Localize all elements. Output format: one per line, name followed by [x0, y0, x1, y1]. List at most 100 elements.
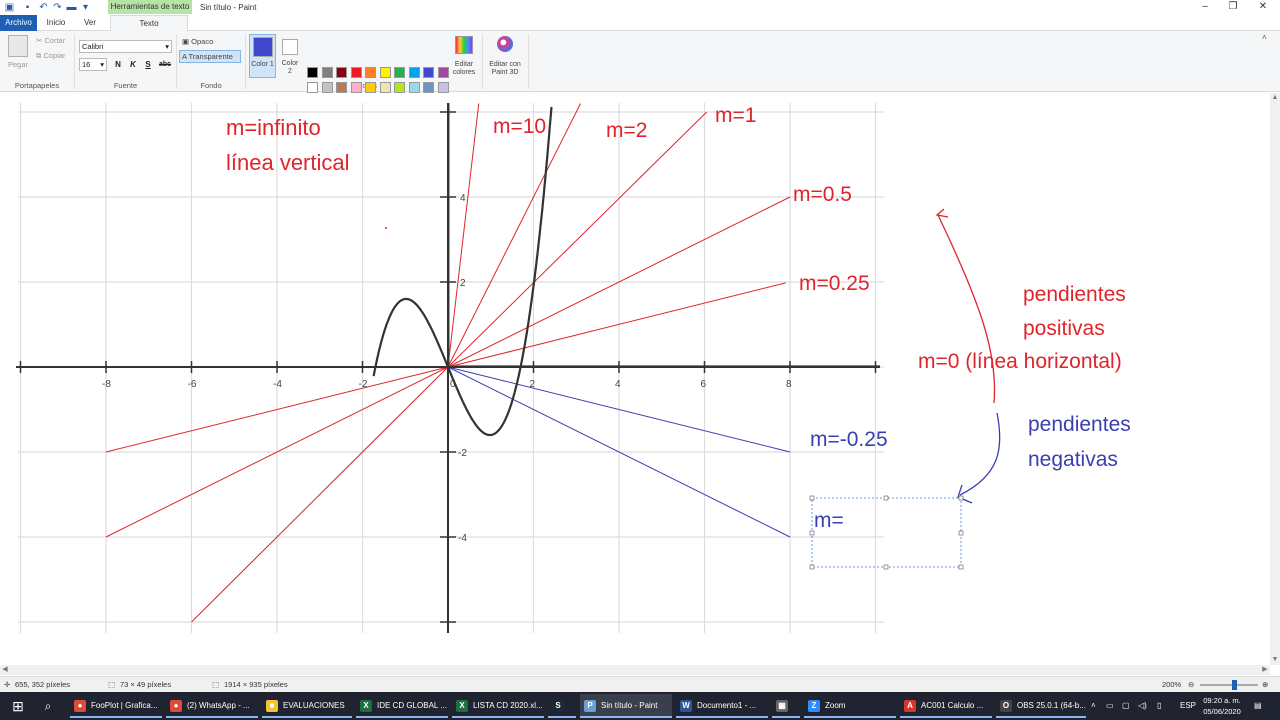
clock[interactable]: 09:20 a. m. 05/06/2020	[1200, 695, 1244, 717]
color2-button[interactable]: Color 2	[280, 34, 302, 78]
start-windows-icon[interactable]: ⊞	[8, 694, 28, 718]
drawing-canvas[interactable]: -8 -6 -4 -2 0 2 4 6 842-2-4 m=infinito línea ver…	[0, 93, 1270, 665]
font-size-value: 16	[82, 60, 91, 69]
taskbar-app-2[interactable]: ■ EVALUACIONES	[262, 694, 352, 718]
scroll-up-icon[interactable]: ▲	[1270, 93, 1280, 103]
label-pendientes-negativas-1: pendientes	[1028, 413, 1131, 436]
paste-icon[interactable]	[8, 35, 28, 57]
palette-swatch[interactable]	[408, 67, 420, 78]
palette-swatch[interactable]	[336, 82, 347, 93]
taskbar: ⊞ ⌕ ˄ ▭ ▢ ◁) ▯ ESP 09:20 a. m. 05/06/202…	[0, 692, 1280, 720]
running-indicator	[70, 716, 162, 718]
cut-button[interactable]: ✂ Cortar	[36, 36, 65, 45]
action-center-icon[interactable]: ▤	[1254, 692, 1262, 720]
palette-swatch[interactable]	[321, 82, 333, 93]
palette-swatch[interactable]	[336, 67, 347, 78]
redo-icon[interactable]: ↷	[52, 2, 63, 13]
palette-swatch[interactable]	[350, 67, 362, 78]
palette-swatch[interactable]	[394, 82, 405, 93]
volume-icon[interactable]: ◁)	[1138, 692, 1147, 720]
palette-swatch[interactable]	[307, 82, 318, 93]
taskbar-app-8[interactable]: ▦	[772, 694, 800, 718]
tab-home[interactable]: Inicio	[40, 15, 72, 31]
notification-badge-icon[interactable]: ▢	[1122, 692, 1130, 720]
color1-button[interactable]: Color 1	[249, 34, 276, 78]
search-icon[interactable]: ⌕	[38, 694, 58, 718]
palette-swatch[interactable]	[408, 82, 420, 93]
edit-colors-button[interactable]: Editar colores	[448, 61, 480, 77]
vertical-scrollbar[interactable]: ▲ ▼	[1270, 93, 1280, 665]
close-button[interactable]: ✕	[1248, 0, 1278, 14]
taskbar-app-11[interactable]: O OBS 25.0.1 (64-b...	[996, 694, 1086, 718]
palette-swatch[interactable]	[307, 67, 318, 78]
x-tick-label: 8	[786, 379, 792, 390]
scroll-down-icon[interactable]: ▼	[1270, 655, 1280, 665]
taskbar-app-9[interactable]: Z Zoom	[804, 694, 896, 718]
clock-date: 05/06/2020	[1203, 707, 1241, 716]
positive-arrow-head	[935, 208, 949, 218]
canvas-area[interactable]: -8 -6 -4 -2 0 2 4 6 8 4 2 -2 -4 m=infinito línea ver…	[0, 93, 1270, 665]
horizontal-scrollbar[interactable]: ◀ ▶	[0, 665, 1270, 675]
title-bar: ▣ ▪ ↶ ↷ ▬ ▾ Herramientas de texto Sin tí…	[0, 0, 1280, 15]
image-size: 1914 × 935 píxeles	[224, 680, 288, 689]
tab-text[interactable]: Texto	[110, 15, 188, 31]
palette-swatch[interactable]	[423, 82, 434, 93]
copy-button[interactable]: ⧉ Copiar	[36, 51, 66, 61]
palette-swatch[interactable]	[321, 67, 333, 78]
font-family-select[interactable]: Calibri ▾	[79, 40, 172, 53]
tab-file[interactable]: Archivo	[0, 15, 37, 31]
language-indicator[interactable]: ESP	[1180, 692, 1196, 720]
zoom-out-icon[interactable]: ⊖	[1188, 679, 1194, 690]
taskbar-app-1[interactable]: ● (2) WhatsApp - ...	[166, 694, 258, 718]
strikethrough-button[interactable]: abc	[157, 59, 173, 71]
palette-swatch[interactable]	[365, 82, 376, 93]
palette-swatch[interactable]	[365, 67, 376, 78]
palette-swatch[interactable]	[423, 67, 434, 78]
save-icon[interactable]: ▪	[22, 2, 33, 13]
zoom-slider-thumb[interactable]	[1232, 680, 1237, 690]
negative-arrow	[959, 412, 1001, 496]
color2-label: Color 2	[281, 60, 299, 75]
italic-button[interactable]: K	[127, 59, 139, 71]
edit-with-paint3d-button[interactable]: Editar con Paint 3D	[485, 61, 525, 77]
taskbar-app-7[interactable]: W Documento1 - ...	[676, 694, 768, 718]
taskbar-app-5[interactable]: S	[548, 694, 576, 718]
palette-swatch[interactable]	[394, 67, 405, 78]
zoom-in-icon[interactable]: ⊕	[1262, 679, 1268, 690]
underline-button[interactable]: S	[142, 59, 154, 71]
x-tick-label: 4	[615, 379, 621, 390]
x-tick-label: -6	[188, 379, 197, 390]
scroll-left-icon[interactable]: ◀	[0, 665, 10, 675]
tray-chevron-icon[interactable]: ˄	[1091, 692, 1096, 720]
palette-swatch[interactable]	[379, 82, 391, 93]
maximize-button[interactable]: ❐	[1218, 0, 1248, 14]
font-size-select[interactable]: 16 ▾	[79, 58, 107, 71]
transparent-option[interactable]: A Transparente	[179, 50, 241, 63]
palette-swatch[interactable]	[350, 82, 362, 93]
rainbow-icon[interactable]	[455, 36, 473, 54]
scroll-right-icon[interactable]: ▶	[1260, 665, 1270, 675]
battery-icon[interactable]: ▯	[1157, 692, 1161, 720]
label-m0: m=0 (línea horizontal)	[918, 350, 1122, 373]
bold-button[interactable]: N	[112, 59, 124, 71]
taskbar-app-10[interactable]: A AC001 Calculo ...	[900, 694, 992, 718]
tab-view[interactable]: Ver	[76, 15, 104, 31]
collapse-ribbon-icon[interactable]: ˄	[1262, 33, 1267, 42]
taskbar-app-0[interactable]: ● FooPlot | Grafica...	[70, 694, 162, 718]
network-icon[interactable]: ▭	[1106, 692, 1114, 720]
taskbar-app-6[interactable]: P Sin título - Paint	[580, 694, 672, 718]
text-box-content[interactable]: m=	[814, 509, 844, 532]
palette-swatch[interactable]	[437, 82, 449, 93]
paint3d-icon[interactable]	[497, 36, 513, 52]
opaque-option[interactable]: ▣ Opaco	[180, 36, 242, 49]
zoom-slider[interactable]	[1200, 684, 1258, 686]
taskbar-app-4[interactable]: X LISTA CD 2020.xl...	[452, 694, 544, 718]
undo-icon[interactable]: ↶	[38, 2, 49, 13]
customize-quick-access-icon[interactable]: ▾	[80, 2, 91, 13]
folder-icon[interactable]: ▬	[66, 2, 77, 13]
palette-swatch[interactable]	[437, 67, 449, 78]
minimize-button[interactable]: –	[1190, 0, 1220, 14]
palette-swatch[interactable]	[379, 67, 391, 78]
taskbar-app-3[interactable]: X IDE CD GLOBAL ...	[356, 694, 448, 718]
paste-button[interactable]: Pegar	[8, 60, 28, 69]
